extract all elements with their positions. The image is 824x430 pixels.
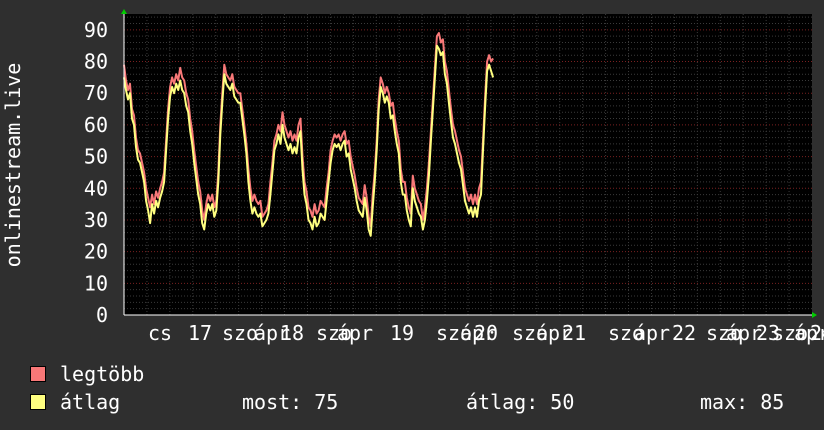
y-axis-arrow (121, 9, 127, 14)
y-tick-label: 10 (84, 271, 108, 295)
y-tick-label: 60 (84, 113, 108, 137)
y-tick-label: 80 (84, 50, 108, 74)
stat-maximum: max: 85 (700, 390, 785, 414)
x-tick-label: 20 (474, 321, 498, 345)
y-tick-label: 70 (84, 81, 108, 105)
legend-label-max: legtöbb (60, 362, 145, 386)
legend-label-avg: átlag (60, 390, 121, 414)
x-tick-label: ápr (634, 321, 670, 345)
y-axis-label: onlinestream.live (1, 63, 25, 268)
y-tick-labels: 0 10 20 30 40 50 60 70 80 90 (84, 18, 108, 327)
legend-item-max: legtöbb (30, 362, 144, 386)
y-tick-label: 20 (84, 240, 108, 264)
x-tick-label: 19 (390, 321, 414, 345)
x-tick-label: 17 (188, 321, 212, 345)
x-tick-label: 18 (280, 321, 304, 345)
legend-swatch-avg (30, 394, 46, 410)
x-tick-label: 24 (810, 321, 824, 345)
graph-panel: 0 10 20 30 40 50 60 70 80 90 cs 17 szo ápr 18 szo ápr 19… (0, 0, 824, 430)
y-tick-label: 50 (84, 145, 108, 169)
x-tick-label: 22 (672, 321, 696, 345)
y-tick-label: 30 (84, 208, 108, 232)
x-tick-label: ápr (337, 321, 373, 345)
legend-swatch-max (30, 366, 46, 382)
x-tick-labels: cs 17 szoápr18 szoápr 19 szoápr20 szoápr21 szoá… (148, 321, 824, 345)
x-tick-label: szo (222, 321, 258, 345)
stat-average: átlag: 50 (466, 390, 575, 414)
x-tick-label: 21 (562, 321, 586, 345)
y-tick-label: 90 (84, 18, 108, 42)
stat-current: most: 75 (242, 390, 339, 414)
x-tick-label: cs (148, 321, 172, 345)
y-tick-label: 0 (96, 303, 108, 327)
x-axis-arrow (812, 312, 817, 318)
y-tick-label: 40 (84, 176, 108, 200)
legend-item-avg: átlag (30, 390, 120, 414)
